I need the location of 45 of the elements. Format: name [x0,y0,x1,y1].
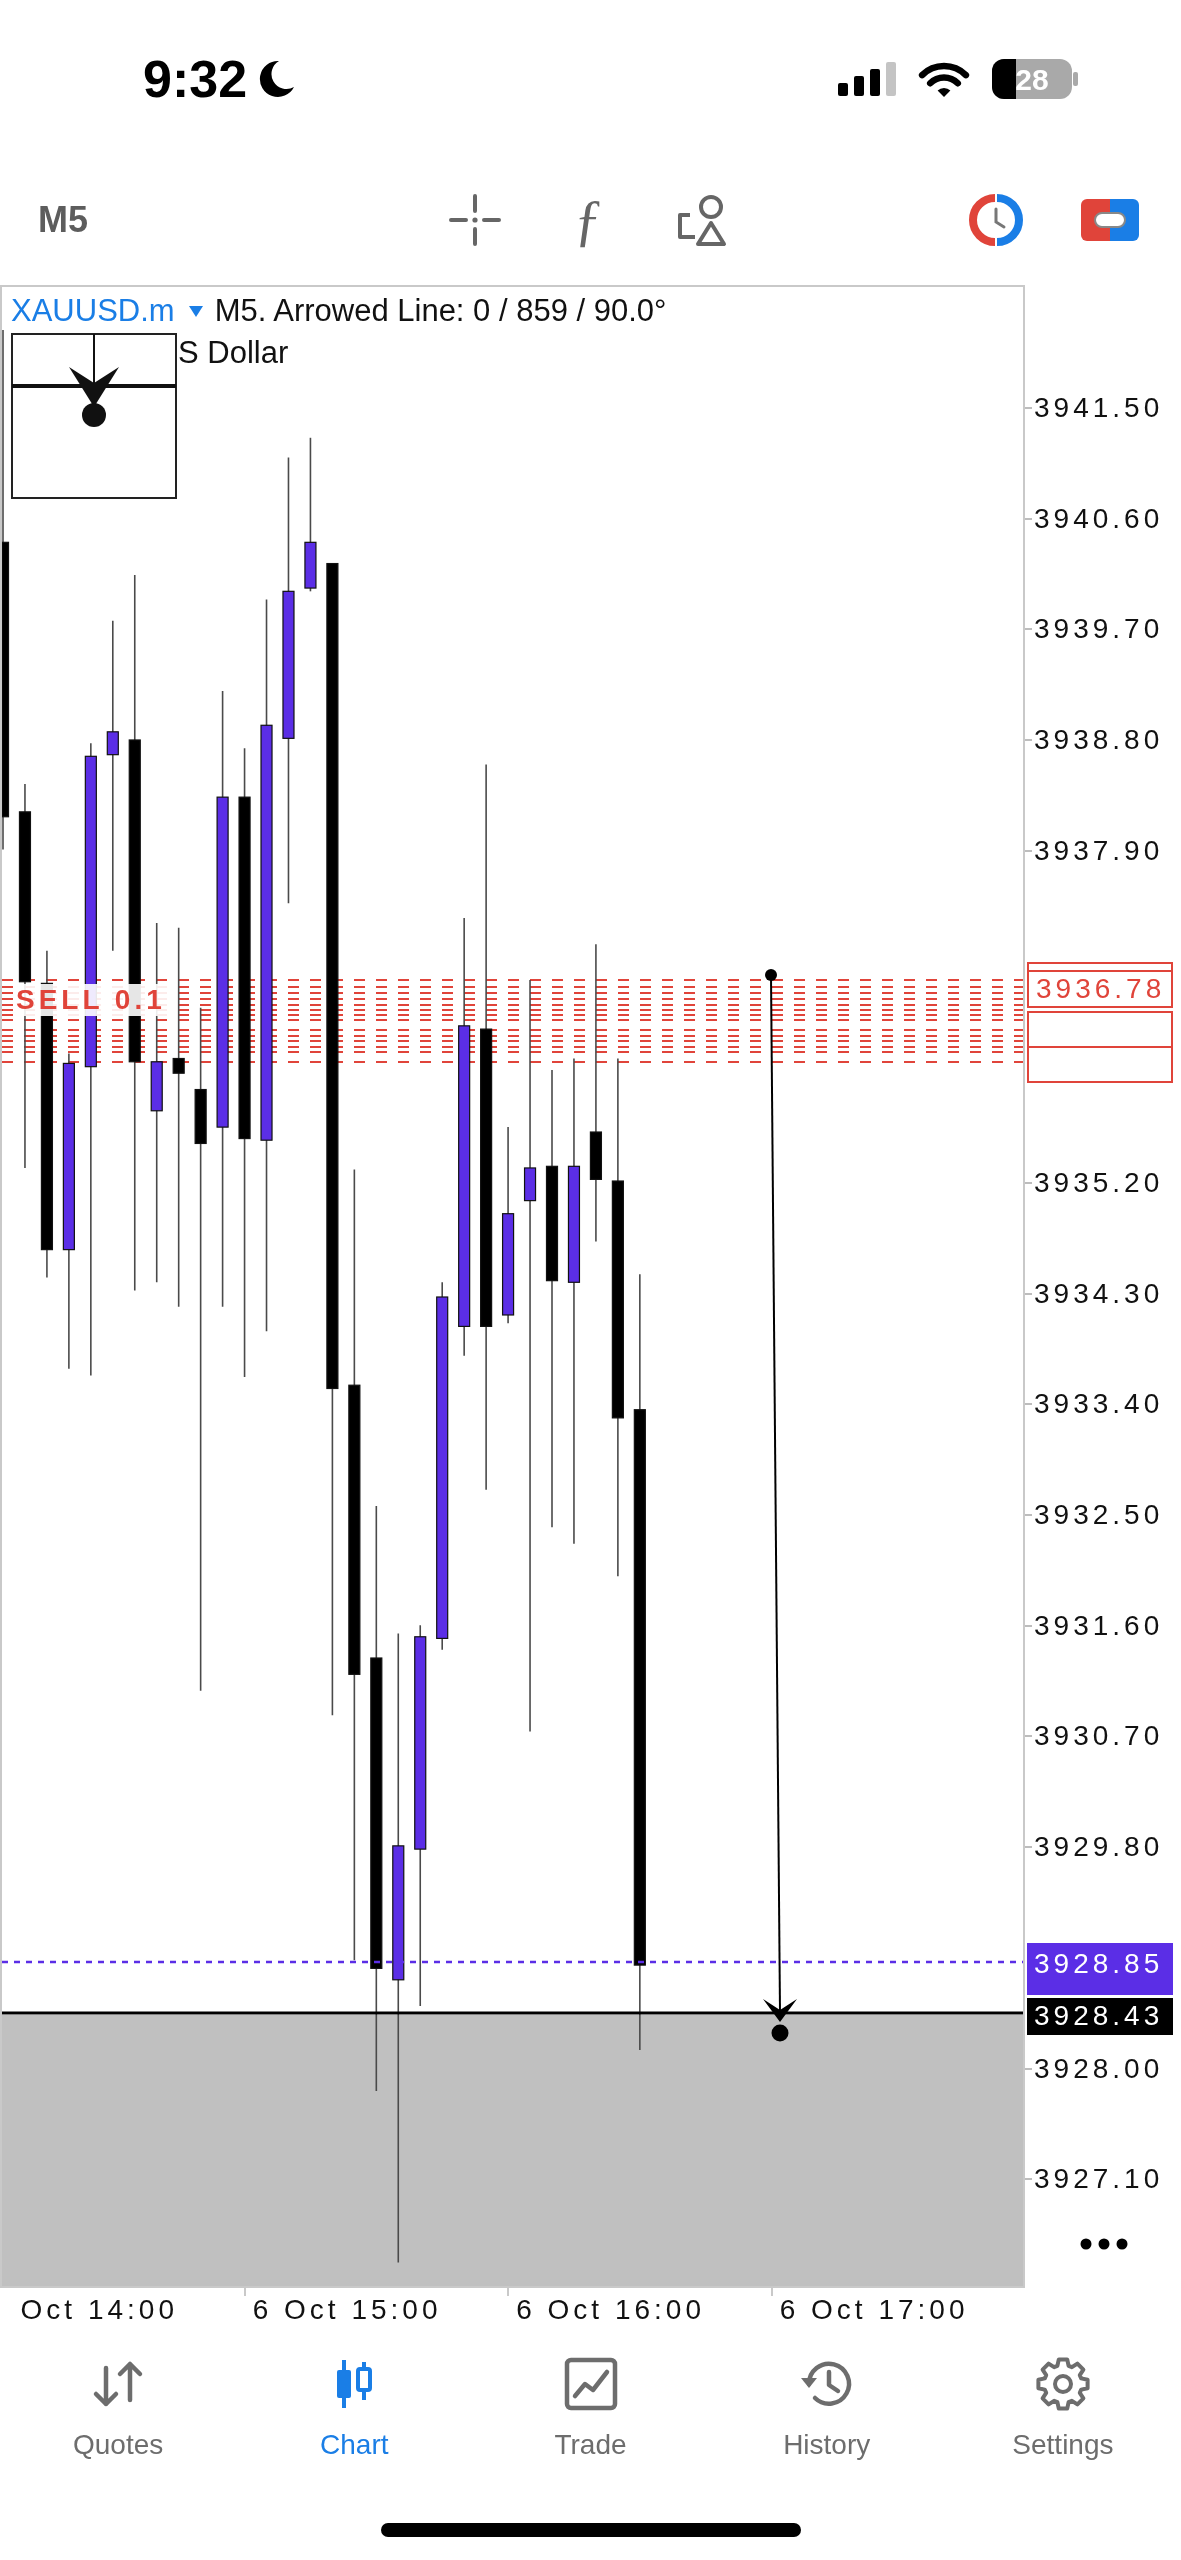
price-label: 3935.20 [1034,1165,1164,1200]
time-label: 6 Oct 17:00 [779,2293,969,2327]
order-price-tag: 3936.78 [1027,969,1173,1008]
tab[interactable]: History [708,2340,945,2500]
time-label: 6 Oct 15:00 [252,2293,442,2327]
chart-info-text: M5. Arrowed Line: 0 / 859 / 90.0° [214,293,667,329]
price-label: 3930.70 [1034,1719,1164,1754]
crosshair-icon[interactable] [448,193,502,247]
price-label: 3928.00 [1034,2051,1164,2086]
tab[interactable]: Settings [944,2340,1181,2500]
price-label: 3932.50 [1034,1498,1164,1532]
line-chart-icon [562,2356,619,2412]
symbol-selector[interactable]: XAUUSD.m [11,293,203,329]
order-label: SELL 0.1 [13,984,169,1016]
moon-icon [259,60,296,98]
price-label: 3934.30 [1034,1276,1164,1311]
ask-price-tag: 3928.85 [1027,1942,1173,1995]
price-label: 3931.60 [1034,1608,1164,1643]
timeframe-button[interactable]: M5 [38,199,88,241]
time-label: Oct 14:00 [20,2293,178,2327]
indicators-button[interactable]: ƒ [572,190,605,250]
more-icon[interactable] [1080,2238,1128,2250]
split-toggle-icon[interactable] [1081,199,1139,241]
shapes-icon[interactable] [675,193,729,247]
tab[interactable]: Chart [236,2340,473,2500]
caret-icon [188,305,203,317]
tab[interactable]: Quotes [0,2340,237,2500]
time-label: 6 Oct 16:00 [516,2293,705,2327]
price-label: 3937.90 [1034,833,1164,868]
battery-indicator: 28 [992,59,1078,99]
clock-icon[interactable] [968,192,1024,248]
price-label: 3938.80 [1034,723,1164,758]
price-label: 3941.50 [1034,391,1164,425]
price-label: 3940.60 [1034,501,1164,536]
tab[interactable]: Trade [472,2340,709,2500]
price-label: 3939.70 [1034,612,1164,647]
symbol-description: S Dollar [178,335,289,371]
status-time: 9:32 [143,49,248,109]
signal-icon [838,62,896,96]
wifi-icon [917,60,971,98]
bid-price-tag: 3928.43 [1027,1997,1173,2035]
price-label: 3933.40 [1034,1387,1164,1422]
price-label: 3929.80 [1034,1830,1164,1865]
settings-icon [1034,2356,1091,2412]
price-label: 3927.10 [1034,2162,1164,2197]
